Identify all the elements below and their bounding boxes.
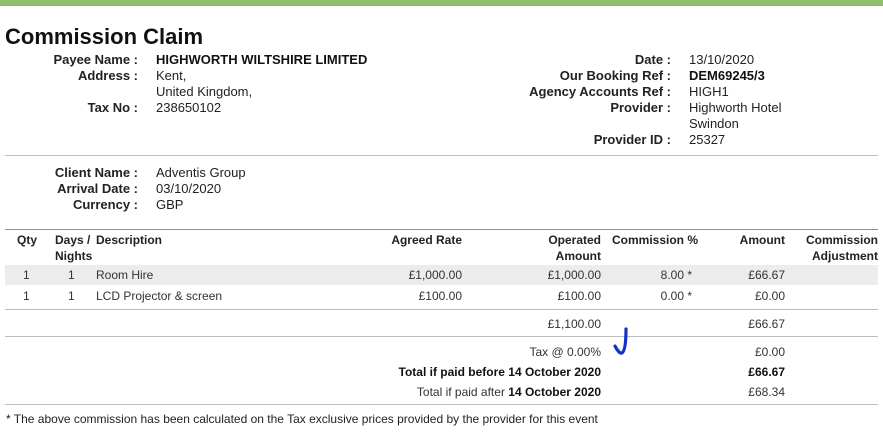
checkmark-icon bbox=[613, 327, 628, 355]
total-before-label: Total if paid before 14 October 2020 bbox=[398, 365, 602, 379]
divider-rows bbox=[5, 309, 878, 310]
row-qty: 1 bbox=[23, 268, 30, 282]
header-commission: Commission bbox=[805, 233, 878, 247]
agency-ref-value: HIGH1 bbox=[689, 84, 729, 99]
our-booking-ref-value: DEM69245/3 bbox=[689, 68, 765, 83]
commission-footnote: * The above commission has been calculat… bbox=[6, 412, 598, 426]
address-line-2: United Kingdom, bbox=[156, 84, 253, 99]
row-amount: £66.67 bbox=[748, 268, 785, 282]
header-description: Description bbox=[96, 233, 163, 247]
row-days: 1 bbox=[68, 289, 75, 303]
date-label: Date : bbox=[634, 52, 671, 67]
header-days: Days / bbox=[55, 233, 91, 247]
provider-line-1: Highworth Hotel bbox=[689, 100, 782, 115]
address-label: Address : bbox=[78, 68, 138, 83]
page-title: Commission Claim bbox=[5, 24, 204, 49]
header-qty: Qty bbox=[17, 233, 38, 247]
arrival-date-label: Arrival Date : bbox=[57, 181, 138, 196]
booking-block: Date : 13/10/2020 Our Booking Ref : DEM6… bbox=[440, 52, 880, 152]
subtotal-operated: £1,100.00 bbox=[547, 317, 601, 331]
payee-name-label: Payee Name : bbox=[53, 52, 138, 67]
client-name-label: Client Name : bbox=[54, 165, 138, 180]
currency-label: Currency : bbox=[72, 197, 138, 212]
row-commission-pct: 8.00 * bbox=[660, 268, 692, 282]
agency-ref-label: Agency Accounts Ref : bbox=[529, 84, 671, 99]
total-after-label: Total if paid after 14 October 2020 bbox=[416, 385, 601, 399]
client-name-value: Adventis Group bbox=[156, 165, 246, 180]
row-operated: £100.00 bbox=[557, 289, 601, 303]
divider-subtotal bbox=[5, 336, 878, 337]
header-adjustment: Adjustment bbox=[812, 249, 878, 263]
header-operated: Operated bbox=[548, 233, 601, 247]
total-after-amount: £68.34 bbox=[748, 385, 785, 399]
row-commission-pct: 0.00 * bbox=[660, 289, 692, 303]
arrival-date-value: 03/10/2020 bbox=[156, 181, 222, 196]
provider-id-label: Provider ID : bbox=[593, 132, 671, 147]
row-agreed-rate: £100.00 bbox=[418, 289, 462, 303]
row-description: Room Hire bbox=[96, 268, 154, 282]
payee-name: HIGHWORTH WILTSHIRE LIMITED bbox=[156, 52, 368, 67]
divider-footer bbox=[5, 404, 878, 405]
top-accent-bar bbox=[0, 0, 883, 6]
header-agreed-rate: Agreed Rate bbox=[391, 233, 462, 247]
client-block: Client Name : Adventis Group Arrival Dat… bbox=[0, 165, 440, 215]
divider-table-top bbox=[5, 229, 878, 230]
row-amount: £0.00 bbox=[754, 289, 785, 303]
header-commission-pct: Commission % bbox=[612, 233, 699, 247]
divider-header bbox=[5, 155, 878, 156]
tax-no-value: 238650102 bbox=[156, 100, 222, 115]
currency-value: GBP bbox=[156, 197, 184, 212]
header-amount: Amount bbox=[739, 233, 785, 247]
tax-no-label: Tax No : bbox=[87, 100, 138, 115]
provider-id-value: 25327 bbox=[689, 132, 726, 147]
date-value: 13/10/2020 bbox=[689, 52, 755, 67]
row-days: 1 bbox=[68, 268, 75, 282]
subtotal-amount: £66.67 bbox=[748, 317, 785, 331]
row-operated: £1,000.00 bbox=[547, 268, 601, 282]
header-nights: Nights bbox=[55, 249, 93, 263]
total-before-amount: £66.67 bbox=[748, 365, 785, 379]
row-description: LCD Projector & screen bbox=[96, 289, 223, 303]
tax-amount: £0.00 bbox=[754, 345, 785, 359]
our-booking-ref-label: Our Booking Ref : bbox=[559, 68, 671, 83]
address-line-1: Kent, bbox=[156, 68, 187, 83]
row-agreed-rate: £1,000.00 bbox=[408, 268, 462, 282]
provider-line-2: Swindon bbox=[689, 116, 739, 131]
header-operated-amount: Amount bbox=[555, 249, 601, 263]
payee-block: Payee Name : HIGHWORTH WILTSHIRE LIMITED… bbox=[0, 52, 440, 122]
tax-label: Tax @ 0.00% bbox=[529, 345, 601, 359]
row-qty: 1 bbox=[23, 289, 30, 303]
provider-label: Provider : bbox=[610, 100, 671, 115]
